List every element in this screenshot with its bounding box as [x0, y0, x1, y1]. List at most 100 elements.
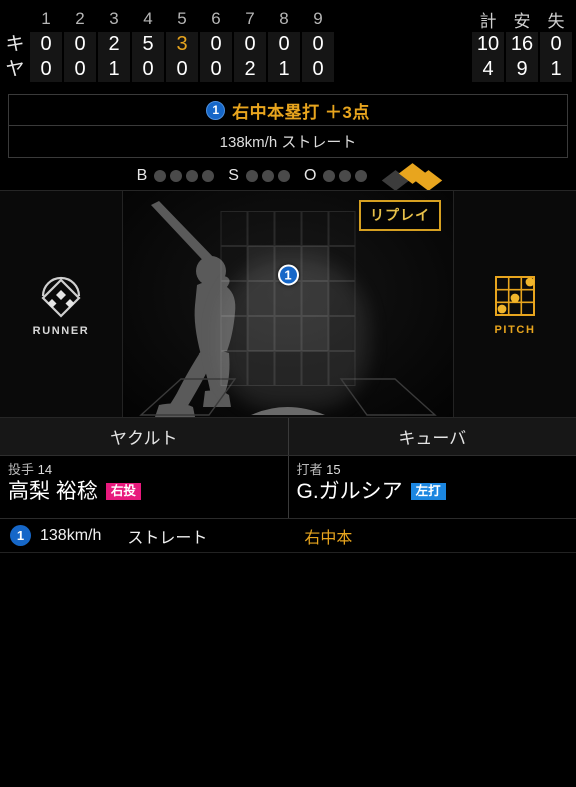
zone-cell-4-3: [274, 316, 302, 351]
zone-cell-1-3: [274, 211, 302, 246]
ball-count-label: B: [136, 167, 148, 184]
zone-cell-3-3: [274, 281, 302, 316]
total-errors-home: 1: [540, 57, 572, 82]
inning-header-2: 2: [75, 9, 85, 28]
score-away-1: 0: [30, 32, 62, 57]
pitch-viewer: RUNNER 1 リプレイ PITCH: [0, 190, 576, 418]
inning-number-cells: 1 2 3 4 5 6 7 8 9: [30, 6, 334, 32]
batter-name-row: G.ガルシア 左打: [297, 480, 569, 503]
inning-header-8: 8: [279, 9, 289, 28]
pitcher-name: 高梨 裕稔: [8, 480, 98, 504]
zone-cell-5-2: [247, 351, 275, 386]
runner-panel-label: RUNNER: [32, 324, 90, 337]
inning-header-9: 9: [313, 9, 323, 28]
zone-cell-2-1: [220, 246, 248, 281]
inning-header-3: 3: [109, 9, 119, 28]
pitch-log-number-badge: 1: [10, 525, 31, 546]
players-row: 投手 14 高梨 裕稔 右投 打者 15 G.ガルシア 左打: [0, 456, 576, 519]
out-dot-1: [323, 170, 336, 182]
zone-cell-5-4: [301, 351, 329, 386]
pitch-panel-button[interactable]: PITCH: [453, 191, 576, 417]
zone-cell-1-5: [328, 211, 356, 246]
pitch-log-result: 右中本: [304, 529, 353, 547]
team-header-row: ヤクルト キューバ: [0, 418, 576, 456]
zone-cell-5-1: [220, 351, 248, 386]
score-home-2: 0: [64, 57, 96, 82]
batter-card[interactable]: 打者 15 G.ガルシア 左打: [287, 456, 576, 518]
strike-dot-2: [261, 170, 274, 182]
zone-cell-5-3: [274, 351, 302, 386]
strike-dot-1: [245, 170, 258, 182]
strike-zone-grid: 1: [220, 211, 356, 386]
event-banner-main: 1 右中本塁打 ＋3点: [9, 95, 567, 126]
totals-header-hits: 安: [513, 11, 531, 31]
pitch-number-badge: 1: [206, 100, 226, 120]
score-home-5: 0: [166, 57, 198, 82]
zone-cell-1-2: [247, 211, 275, 246]
total-runs-home: 4: [472, 57, 504, 82]
replay-button[interactable]: リプレイ: [359, 200, 441, 231]
inning-header-6: 6: [211, 9, 221, 28]
out-count-label: O: [303, 167, 317, 184]
inning-header-5: 5: [177, 9, 187, 28]
zone-cell-3-2: [247, 281, 275, 316]
pitch-log-row[interactable]: 1 138km/h ストレート 右中本: [0, 519, 576, 553]
out-dot-2: [339, 170, 352, 182]
batter-name: G.ガルシア: [296, 480, 403, 504]
ball-dot-2: [170, 170, 183, 182]
pitch-location-marker[interactable]: 1: [277, 264, 299, 286]
batter-number: 15: [326, 462, 341, 477]
totals-header-runs: 計: [479, 11, 497, 31]
pitcher-throw-badge: 右投: [105, 482, 141, 501]
zone-cell-1-4: [301, 211, 329, 246]
inning-header-1: 1: [41, 9, 51, 28]
zone-cell-4-2: [247, 316, 275, 351]
score-away-2: 0: [64, 32, 96, 57]
totals-header-errors: 失: [547, 11, 565, 31]
scoreboard-row-away: キ 0 0 2 5 3 0 0 0 0 10 16 0: [0, 32, 576, 57]
runner-panel-button[interactable]: RUNNER: [0, 191, 123, 417]
ball-count-dots: [154, 170, 215, 182]
score-home-8: 1: [268, 57, 300, 82]
strike-count-dots: [245, 170, 290, 182]
batter-role-line: 打者 15: [297, 461, 569, 479]
inning-header-4: 4: [143, 9, 153, 28]
pitcher-card[interactable]: 投手 14 高梨 裕稔 右投: [0, 456, 288, 518]
score-away-7: 0: [234, 32, 266, 57]
score-away-5: 3: [166, 32, 198, 57]
inning-scores-away: 0 0 2 5 3 0 0 0 0: [30, 32, 334, 57]
score-away-9: 0: [302, 32, 334, 57]
total-runs-away: 10: [472, 32, 504, 57]
pitcher-name-row: 高梨 裕稔 右投: [8, 480, 280, 503]
event-result-text: 右中本塁打 ＋3点: [232, 102, 370, 122]
team-abbr-away: キ: [5, 34, 25, 55]
strike-dot-3: [277, 170, 290, 182]
scoreboard-row-home: ヤ 0 0 1 0 0 0 2 1 0 4 9 1: [0, 57, 576, 82]
pitch-detail-text: 138km/h ストレート: [219, 134, 357, 151]
team-name-left[interactable]: ヤクルト: [0, 418, 288, 455]
team-name-right[interactable]: キューバ: [287, 418, 576, 455]
total-errors-away: 0: [540, 32, 572, 57]
batter-bat-badge: 左打: [410, 482, 446, 501]
inning-scores-home: 0 0 1 0 0 0 2 1 0: [30, 57, 334, 82]
zone-cell-4-4: [301, 316, 329, 351]
totals-home: 4 9 1: [472, 57, 572, 82]
zone-cell-3-4: [301, 281, 329, 316]
pitch-log-type: ストレート: [127, 529, 208, 547]
score-home-3: 1: [98, 57, 130, 82]
pitch-panel-label: PITCH: [494, 323, 536, 336]
ball-dot-3: [186, 170, 199, 182]
event-banner-detail: 138km/h ストレート: [9, 126, 567, 157]
zone-cell-1-1: [220, 211, 248, 246]
score-away-8: 0: [268, 32, 300, 57]
pitch-log-speed: 138km/h: [40, 526, 102, 544]
strike-count-label: S: [228, 167, 239, 184]
ball-dot-4: [202, 170, 215, 182]
zone-cell-2-4: [301, 246, 329, 281]
score-home-9: 0: [302, 57, 334, 82]
zone-cell-3-5: [328, 281, 356, 316]
zone-cell-2-2: [247, 246, 275, 281]
event-banner: 1 右中本塁打 ＋3点 138km/h ストレート: [8, 94, 568, 158]
score-home-1: 0: [30, 57, 62, 82]
batter-role-label: 打者: [296, 462, 323, 477]
